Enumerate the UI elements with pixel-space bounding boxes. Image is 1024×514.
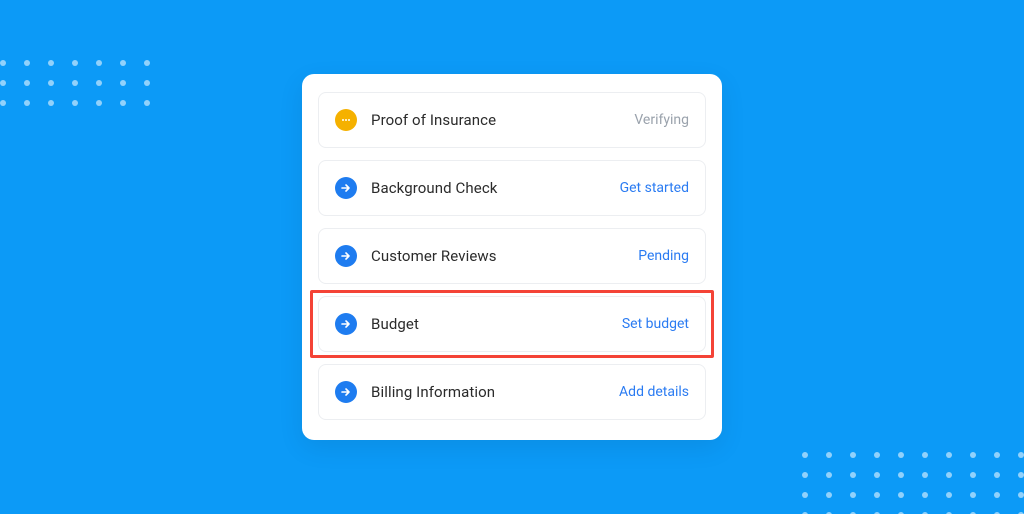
decor-dots-bottom-right: [802, 452, 1024, 514]
item-label: Customer Reviews: [371, 247, 638, 265]
arrow-right-icon: [335, 313, 357, 335]
checklist: Proof of Insurance Verifying Background …: [318, 92, 706, 420]
item-label: Background Check: [371, 179, 620, 197]
item-label: Proof of Insurance: [371, 111, 634, 129]
item-action[interactable]: Pending: [638, 248, 689, 264]
ellipsis-icon: [335, 109, 357, 131]
list-item[interactable]: Budget Set budget: [318, 296, 706, 352]
list-item[interactable]: Customer Reviews Pending: [318, 228, 706, 284]
decor-dots-top-left: [0, 60, 150, 106]
item-label: Billing Information: [371, 383, 619, 401]
list-item[interactable]: Proof of Insurance Verifying: [318, 92, 706, 148]
item-action: Verifying: [634, 112, 689, 128]
item-action[interactable]: Add details: [619, 384, 689, 400]
arrow-right-icon: [335, 245, 357, 267]
arrow-right-icon: [335, 177, 357, 199]
item-action[interactable]: Get started: [620, 180, 689, 196]
list-item[interactable]: Billing Information Add details: [318, 364, 706, 420]
arrow-right-icon: [335, 381, 357, 403]
checklist-card: Proof of Insurance Verifying Background …: [302, 74, 722, 440]
item-action[interactable]: Set budget: [622, 316, 689, 332]
list-item[interactable]: Background Check Get started: [318, 160, 706, 216]
item-label: Budget: [371, 315, 622, 333]
